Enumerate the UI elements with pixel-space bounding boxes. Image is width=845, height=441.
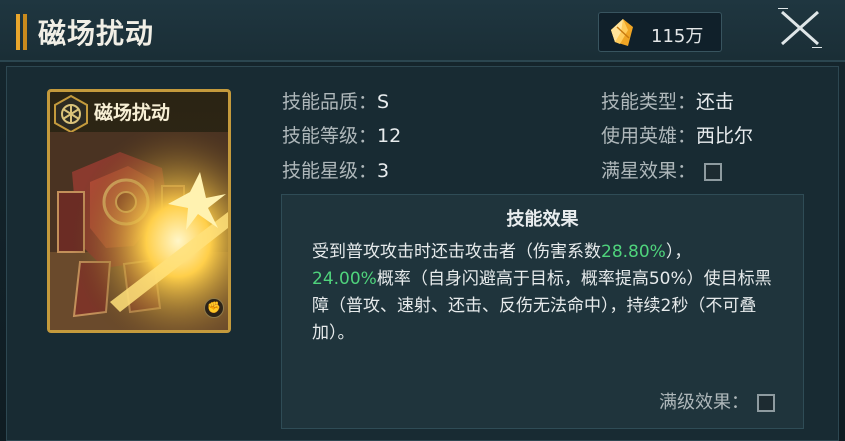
page-title: 磁场扰动 <box>38 17 155 50</box>
skill-quality-value: S <box>377 91 390 113</box>
header-bar: 磁场扰动 115万 <box>0 0 845 62</box>
title-accent-icon <box>10 14 32 50</box>
skill-effect-box: 技能效果 受到普攻攻击时还击攻击者（伤害系数28.80%）， 24.00%概率（自… <box>281 194 804 429</box>
hero-value: 西比尔 <box>696 125 754 147</box>
mech-artwork <box>50 132 228 330</box>
skill-star-label: 技能星级： <box>282 160 378 182</box>
fullstar-field: 满星效果： <box>601 156 723 183</box>
effect-text-part: ）， <box>665 242 692 262</box>
skill-level-value: 12 <box>377 125 402 147</box>
currency-value: 115万 <box>651 26 704 47</box>
hero-field: 使用英雄：西比尔 <box>601 121 753 148</box>
skill-type-value: 还击 <box>696 91 735 113</box>
maxlevel-label: 满级效果： <box>659 392 749 413</box>
effect-text-part: 概率（自身闪避高于目标，概率提高50%）使目标黑障（普攻、速射、还击、反伤无法命… <box>312 269 772 343</box>
effect-title: 技能效果 <box>506 209 579 230</box>
skill-level-field: 技能等级：12 <box>282 121 401 148</box>
proc-chance: 24.00% <box>312 269 377 289</box>
skill-star-field: 技能星级：3 <box>282 156 389 183</box>
skill-card: 磁场扰动 ✊ <box>47 89 231 333</box>
crystal-icon <box>611 19 633 46</box>
currency-display[interactable]: 115万 <box>598 12 722 52</box>
skill-level-label: 技能等级： <box>282 125 378 147</box>
skill-type-field: 技能类型：还击 <box>601 87 734 114</box>
skill-quality-field: 技能品质：S <box>282 87 389 114</box>
skill-star-value: 3 <box>377 160 390 182</box>
effect-text-part: 受到普攻攻击时还击攻击者（伤害系数 <box>312 242 601 262</box>
card-title: 磁场扰动 <box>94 102 171 124</box>
skill-quality-label: 技能品质： <box>282 91 378 113</box>
fist-icon: ✊ <box>204 298 224 318</box>
fullstar-checkbox[interactable] <box>704 162 723 181</box>
skill-type-label: 技能类型： <box>601 91 697 113</box>
effect-description: 受到普攻攻击时还击攻击者（伤害系数28.80%）， 24.00%概率（自身闪避高于… <box>312 239 782 347</box>
hero-label: 使用英雄： <box>601 125 697 147</box>
maxlevel-field: 满级效果： <box>659 388 775 414</box>
close-button[interactable] <box>758 0 845 56</box>
close-icon <box>778 8 822 48</box>
damage-coefficient: 28.80% <box>601 242 666 262</box>
fullstar-label: 满星效果： <box>601 160 697 182</box>
hex-emblem-icon <box>54 94 88 134</box>
maxlevel-checkbox[interactable] <box>757 394 775 412</box>
